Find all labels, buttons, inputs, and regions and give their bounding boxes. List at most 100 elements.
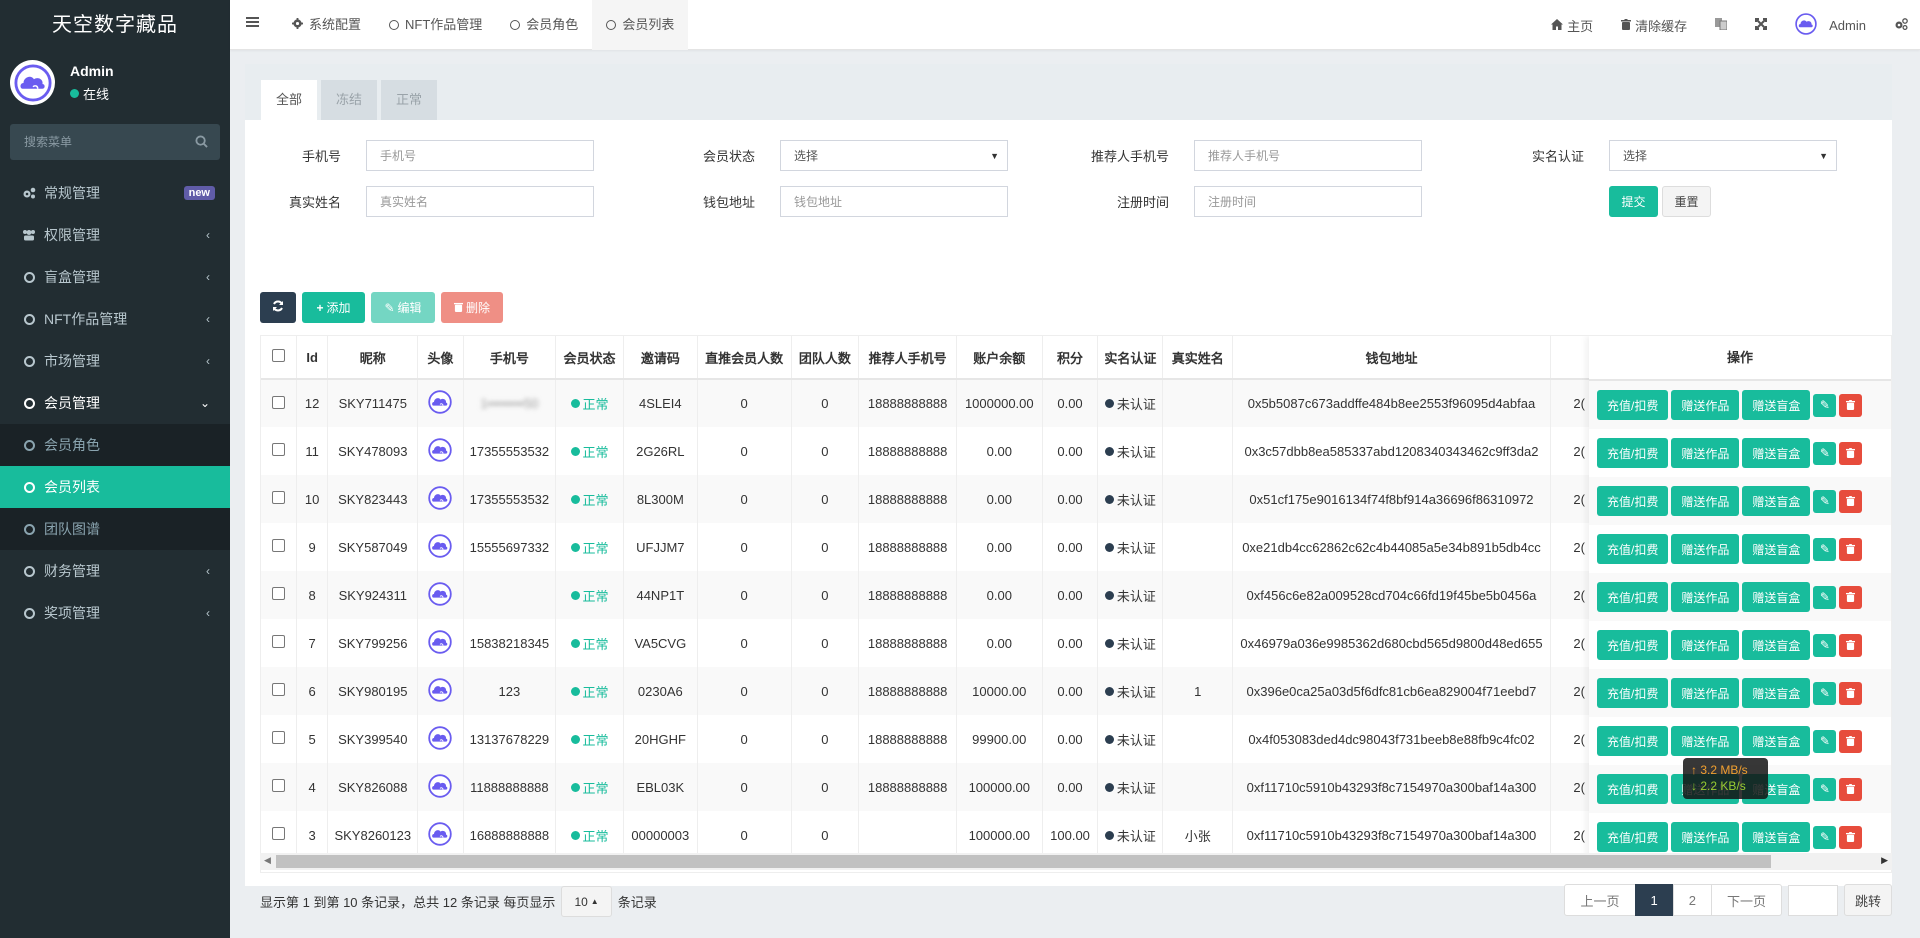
tab-normal[interactable]: 正常 [381, 80, 438, 120]
wallet-input[interactable]: 钱包地址 [780, 186, 1008, 217]
reset-button[interactable]: 重置 [1662, 186, 1711, 217]
gift-box-button[interactable]: 赠送盲盒 [1742, 486, 1811, 516]
gift-box-button[interactable]: 赠送盲盒 [1742, 438, 1811, 468]
tab-system-config[interactable]: 系统配置 [278, 0, 375, 50]
gift-work-button[interactable]: 赠送作品 [1671, 390, 1740, 420]
gift-work-button[interactable]: 赠送作品 [1671, 582, 1740, 612]
gift-box-button[interactable]: 赠送盲盒 [1742, 534, 1811, 564]
row-checkbox[interactable] [271, 779, 285, 792]
gift-work-button[interactable]: 赠送作品 [1671, 678, 1740, 708]
horizontal-scrollbar[interactable]: ◀ ▶ [260, 853, 1892, 870]
row-delete-button[interactable] [1839, 585, 1863, 609]
row-edit-button[interactable]: ✎ [1813, 633, 1837, 657]
page-size-dropdown[interactable]: 10 ▲ [561, 886, 612, 917]
row-checkbox[interactable] [271, 731, 285, 744]
row-delete-button[interactable] [1839, 729, 1863, 753]
member-avatar[interactable] [428, 533, 453, 558]
phone-input[interactable]: 手机号 [366, 140, 594, 171]
row-edit-button[interactable]: ✎ [1813, 585, 1837, 609]
status-badge[interactable]: 正常 [570, 442, 609, 461]
status-badge[interactable]: 正常 [570, 778, 609, 797]
page-1-button[interactable]: 1 [1634, 884, 1674, 916]
recharge-button[interactable]: 充值/扣费 [1597, 630, 1669, 660]
row-delete-button[interactable] [1839, 489, 1863, 513]
gift-box-button[interactable]: 赠送盲盒 [1742, 582, 1811, 612]
row-checkbox[interactable] [271, 539, 285, 552]
home-link[interactable]: 主页 [1537, 16, 1607, 35]
sidebar-subitem-member-list[interactable]: 会员列表 [0, 466, 230, 508]
search-icon[interactable] [195, 135, 208, 151]
user-menu[interactable]: Admin [1781, 12, 1880, 38]
ref-phone-input[interactable]: 推荐人手机号 [1194, 140, 1422, 171]
realname-input[interactable]: 真实姓名 [366, 186, 594, 217]
tab-all[interactable]: 全部 [261, 80, 318, 120]
tab-member-role[interactable]: 会员角色 [496, 0, 592, 50]
member-avatar[interactable] [428, 581, 453, 606]
member-avatar[interactable] [428, 437, 453, 462]
row-delete-button[interactable] [1839, 441, 1863, 465]
tab-nft[interactable]: NFT作品管理 [375, 0, 496, 50]
scrollbar-thumb[interactable] [276, 855, 1771, 868]
fullscreen-toggle[interactable] [1741, 17, 1781, 33]
row-delete-button[interactable] [1839, 393, 1863, 417]
member-avatar[interactable] [428, 629, 453, 654]
row-delete-button[interactable] [1839, 537, 1863, 561]
menu-search-input[interactable] [10, 124, 220, 160]
gift-work-button[interactable]: 赠送作品 [1671, 438, 1740, 468]
clear-cache-button[interactable]: 清除缓存 [1607, 16, 1701, 35]
gift-work-button[interactable]: 赠送作品 [1671, 630, 1740, 660]
row-delete-button[interactable] [1839, 777, 1863, 801]
status-badge[interactable]: 正常 [570, 682, 609, 701]
app-logo-title[interactable]: 天空数字藏品 [0, 0, 230, 50]
row-checkbox[interactable] [271, 827, 285, 840]
gift-work-button[interactable]: 赠送作品 [1671, 534, 1740, 564]
refresh-button[interactable] [260, 292, 296, 323]
sidebar-subitem-team-graph[interactable]: 团队图谱 [0, 508, 230, 550]
jump-button[interactable]: 跳转 [1843, 884, 1892, 916]
member-avatar[interactable] [428, 485, 453, 510]
row-edit-button[interactable]: ✎ [1813, 681, 1837, 705]
member-avatar[interactable] [428, 725, 453, 750]
row-checkbox[interactable] [271, 395, 285, 409]
submit-button[interactable]: 提交 [1609, 186, 1658, 217]
select-all-checkbox[interactable] [271, 349, 285, 362]
delete-button[interactable]: 删除 [441, 292, 503, 323]
gift-work-button[interactable]: 赠送作品 [1671, 822, 1740, 852]
recharge-button[interactable]: 充值/扣费 [1597, 582, 1669, 612]
member-avatar[interactable] [428, 821, 453, 846]
recharge-button[interactable]: 充值/扣费 [1597, 678, 1669, 708]
row-delete-button[interactable] [1839, 633, 1863, 657]
recharge-button[interactable]: 充值/扣费 [1597, 486, 1669, 516]
edit-button[interactable]: ✎ 编辑 [371, 292, 435, 323]
add-button[interactable]: + 添加 [302, 292, 365, 323]
recharge-button[interactable]: 充值/扣费 [1597, 390, 1669, 420]
row-edit-button[interactable]: ✎ [1813, 441, 1837, 465]
gift-work-button[interactable]: 赠送作品 [1671, 486, 1740, 516]
settings-button[interactable] [1880, 17, 1920, 33]
realname-auth-select[interactable]: 选择 ▼ [1609, 140, 1837, 171]
gift-box-button[interactable]: 赠送盲盒 [1742, 390, 1811, 420]
tab-member-list[interactable]: 会员列表 [592, 0, 689, 50]
gift-box-button[interactable]: 赠送盲盒 [1742, 630, 1811, 660]
member-avatar[interactable] [428, 677, 453, 702]
gift-box-button[interactable]: 赠送盲盒 [1742, 822, 1811, 852]
scroll-right-icon[interactable]: ▶ [1881, 855, 1888, 866]
regtime-input[interactable]: 注册时间 [1194, 186, 1422, 217]
sidebar-item-award[interactable]: 奖项管理 ‹ [0, 592, 230, 634]
status-badge[interactable]: 正常 [570, 394, 609, 413]
status-badge[interactable]: 正常 [570, 634, 609, 653]
row-checkbox[interactable] [271, 635, 285, 648]
status-badge[interactable]: 正常 [570, 538, 609, 557]
page-2-button[interactable]: 2 [1672, 884, 1712, 916]
sidebar-item-blindbox[interactable]: 盲盒管理 ‹ [0, 256, 230, 298]
row-edit-button[interactable]: ✎ [1813, 489, 1837, 513]
recharge-button[interactable]: 充值/扣费 [1597, 822, 1669, 852]
recharge-button[interactable]: 充值/扣费 [1597, 726, 1669, 756]
row-checkbox[interactable] [271, 491, 285, 504]
status-select[interactable]: 选择 ▼ [780, 140, 1008, 171]
next-page-button[interactable]: 下一页 [1710, 884, 1782, 916]
status-badge[interactable]: 正常 [570, 730, 609, 749]
member-avatar[interactable] [428, 773, 453, 798]
scroll-left-icon[interactable]: ◀ [264, 855, 271, 866]
sidebar-subitem-member-role[interactable]: 会员角色 [0, 424, 230, 466]
